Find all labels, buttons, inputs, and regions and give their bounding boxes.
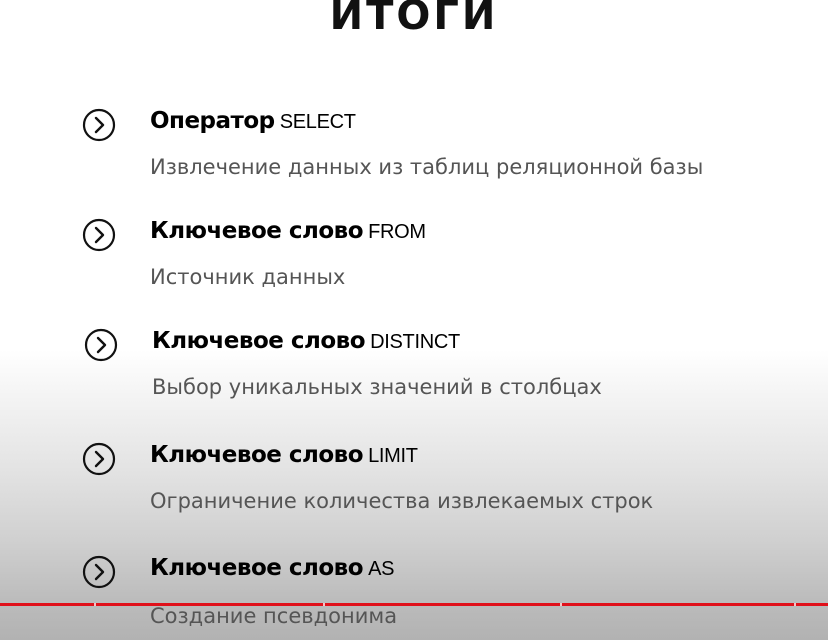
video-progress-bar[interactable]	[0, 603, 828, 606]
chapter-marker	[94, 603, 96, 606]
chevron-right-circle-icon	[84, 328, 118, 362]
item-heading-lead: Ключевое слово	[150, 218, 364, 244]
item-description: Извлечение данных из таблиц реляционной …	[150, 155, 704, 179]
item-heading: Ключевое слово FROM	[150, 216, 426, 248]
item-heading-keyword: LIMIT	[368, 445, 418, 467]
item-heading-lead: Ключевое слово	[150, 442, 364, 468]
item-description: Выбор уникальных значений в столбцах	[152, 375, 602, 399]
chevron-right-circle-icon	[82, 218, 116, 252]
item-heading: Ключевое слово AS	[150, 553, 394, 585]
chapter-marker	[794, 603, 796, 606]
item-heading: Ключевое слово DISTINCT	[152, 326, 460, 358]
chapter-marker	[323, 603, 325, 606]
item-description: Ограничение количества извлекаемых строк	[150, 489, 654, 513]
item-heading-lead: Ключевое слово	[150, 555, 364, 581]
chevron-right-circle-icon	[82, 555, 116, 589]
chevron-right-circle-icon	[82, 442, 116, 476]
item-heading-keyword: DISTINCT	[370, 331, 460, 353]
slide-title: ИТОГИ	[329, 0, 499, 39]
item-heading-lead: Ключевое слово	[152, 328, 366, 354]
item-heading: Оператор SELECT	[150, 106, 356, 138]
item-heading-keyword: FROM	[368, 221, 426, 243]
item-description: Источник данных	[150, 265, 346, 289]
item-heading: Ключевое слово LIMIT	[150, 440, 418, 472]
item-description: Создание псевдонима	[150, 604, 398, 628]
item-heading-keyword: AS	[368, 558, 395, 580]
chapter-marker	[560, 603, 562, 606]
chevron-right-circle-icon	[82, 108, 116, 142]
item-heading-lead: Оператор	[150, 108, 275, 134]
item-heading-keyword: SELECT	[279, 111, 356, 133]
